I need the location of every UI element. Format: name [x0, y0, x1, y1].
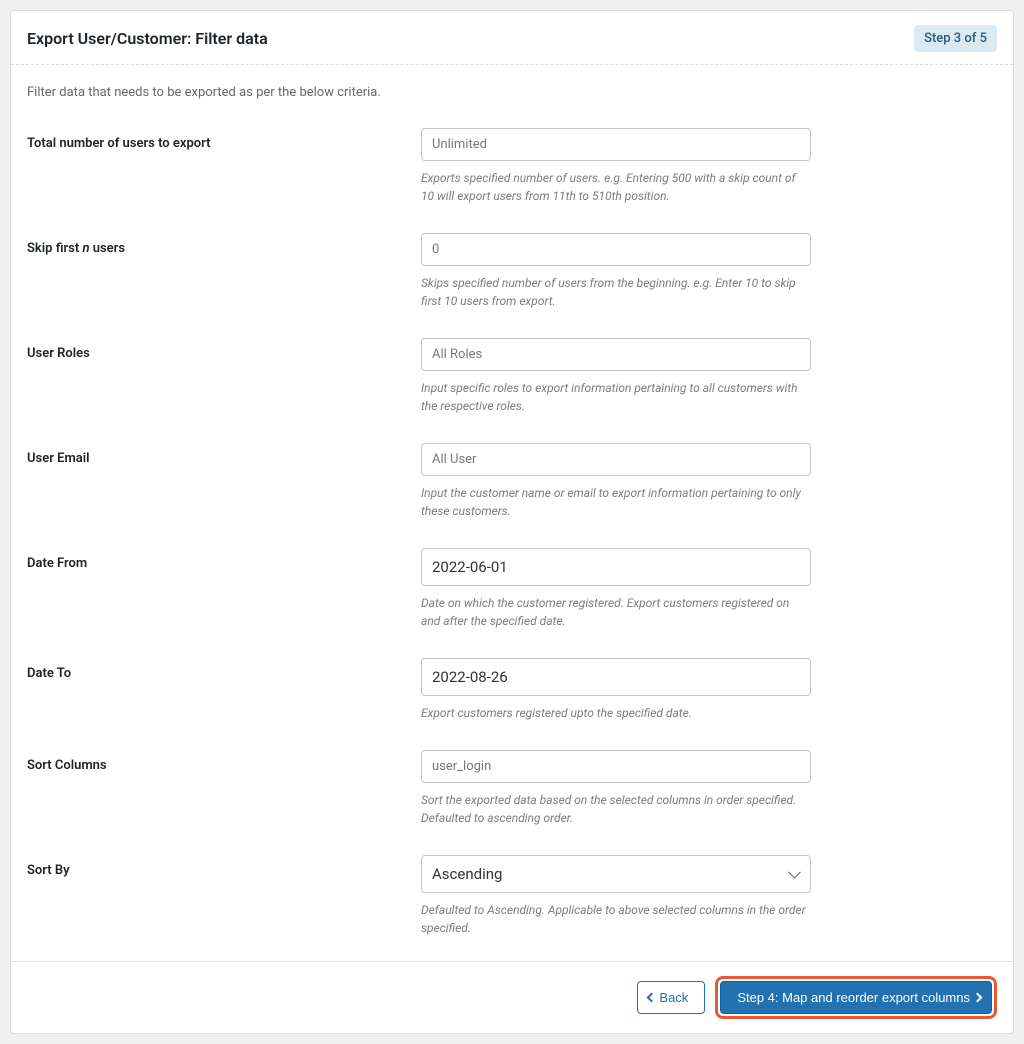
label-user-roles: User Roles [27, 338, 421, 361]
panel-footer: Back Step 4: Map and reorder export colu… [11, 961, 1013, 1033]
field-date-from: Date From Date on which the customer reg… [27, 548, 997, 630]
filter-description: Filter data that needs to be exported as… [27, 85, 997, 100]
help-user-email: Input the customer name or email to expo… [421, 484, 811, 520]
field-total-users: Total number of users to export Exports … [27, 128, 997, 205]
input-sort-columns[interactable] [421, 750, 811, 783]
field-date-to: Date To Export customers registered upto… [27, 658, 997, 722]
field-sort-by: Sort By Ascending Defaulted to Ascending… [27, 855, 997, 937]
label-sort-by: Sort By [27, 855, 421, 878]
help-user-roles: Input specific roles to export informati… [421, 379, 811, 415]
help-date-to: Export customers registered upto the spe… [421, 704, 811, 722]
back-button-label: Back [659, 990, 688, 1005]
label-date-to: Date To [27, 658, 421, 681]
label-skip-users: Skip first n users [27, 233, 421, 256]
input-user-email[interactable] [421, 443, 811, 476]
help-sort-by: Defaulted to Ascending. Applicable to ab… [421, 901, 811, 937]
label-sort-columns: Sort Columns [27, 750, 421, 773]
chevron-left-icon [647, 993, 657, 1003]
select-sort-by[interactable]: Ascending [421, 855, 811, 893]
field-user-roles: User Roles Input specific roles to expor… [27, 338, 997, 415]
help-total-users: Exports specified number of users. e.g. … [421, 169, 811, 205]
label-total-users: Total number of users to export [27, 128, 421, 151]
input-date-from[interactable] [421, 548, 811, 586]
next-step-button[interactable]: Step 4: Map and reorder export columns [720, 981, 992, 1014]
panel-header: Export User/Customer: Filter data Step 3… [11, 11, 1013, 65]
input-total-users[interactable] [421, 128, 811, 161]
chevron-right-icon [973, 993, 983, 1003]
panel-body: Filter data that needs to be exported as… [11, 65, 1013, 961]
step-indicator-badge: Step 3 of 5 [914, 25, 997, 52]
help-skip-users: Skips specified number of users from the… [421, 274, 811, 310]
next-step-label: Step 4: Map and reorder export columns [737, 990, 970, 1005]
help-sort-columns: Sort the exported data based on the sele… [421, 791, 811, 827]
page-title: Export User/Customer: Filter data [27, 29, 268, 48]
input-date-to[interactable] [421, 658, 811, 696]
input-skip-users[interactable] [421, 233, 811, 266]
field-skip-users: Skip first n users Skips specified numbe… [27, 233, 997, 310]
input-user-roles[interactable] [421, 338, 811, 371]
next-step-highlight: Step 4: Map and reorder export columns [715, 976, 997, 1019]
field-user-email: User Email Input the customer name or em… [27, 443, 997, 520]
back-button[interactable]: Back [637, 981, 705, 1014]
export-filter-panel: Export User/Customer: Filter data Step 3… [10, 10, 1014, 1034]
help-date-from: Date on which the customer registered. E… [421, 594, 811, 630]
label-date-from: Date From [27, 548, 421, 571]
field-sort-columns: Sort Columns Sort the exported data base… [27, 750, 997, 827]
label-user-email: User Email [27, 443, 421, 466]
